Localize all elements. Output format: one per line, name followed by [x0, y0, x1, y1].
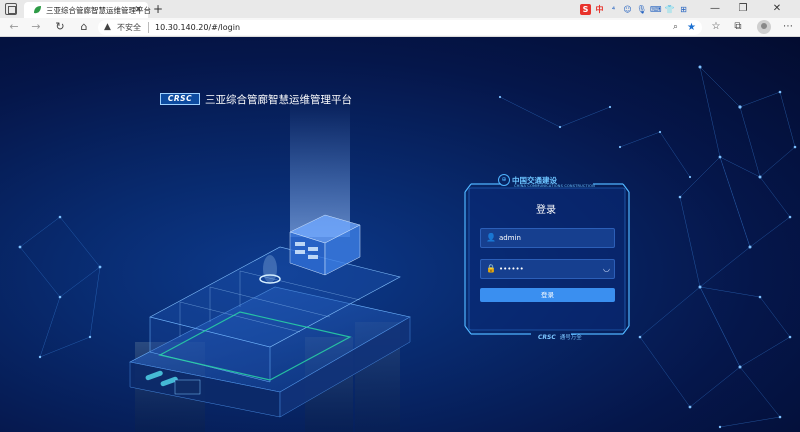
more-menu-icon[interactable]: ⋯	[780, 19, 796, 35]
extension-tray: S 中 ⁴ ☺ 🎙 ⌨ 👕 ⊞	[580, 2, 689, 16]
skin-icon[interactable]: 👕	[664, 4, 675, 15]
back-icon[interactable]: ←	[6, 19, 22, 35]
browser-tab[interactable]: 三亚综合管廊智慧运维管理平台 ✕	[24, 2, 151, 18]
zoom-icon[interactable]: ⌕	[673, 21, 678, 34]
password-field[interactable]: 🔒 ◡	[480, 259, 615, 279]
reload-icon[interactable]: ↻	[52, 19, 68, 35]
profile-avatar[interactable]	[757, 20, 771, 34]
punctuation-icon[interactable]: ⁴	[608, 4, 619, 15]
emoji-icon[interactable]: ☺	[622, 4, 633, 15]
url-text[interactable]: 10.30.140.20/#/login	[155, 22, 240, 33]
eye-icon[interactable]: ◡	[603, 264, 610, 274]
chinese-input-icon[interactable]: 中	[594, 4, 605, 15]
username-field[interactable]: 👤	[480, 228, 615, 248]
panel-footer: CRSC 通号万全	[538, 332, 582, 342]
security-label[interactable]: 不安全	[117, 22, 141, 33]
restore-button[interactable]: ❐	[728, 1, 758, 17]
leaf-favicon-icon	[34, 6, 41, 14]
sogou-extension-icon[interactable]: S	[580, 3, 591, 15]
tab-strip: 三亚综合管廊智慧运维管理平台 ✕ + S 中 ⁴ ☺ 🎙 ⌨ 👕 ⊞ — ❐ ✕	[0, 0, 800, 18]
tab-close-icon[interactable]: ✕	[134, 4, 142, 16]
footer-slogan: 通号万全	[559, 335, 582, 341]
user-icon: 👤	[486, 233, 496, 242]
microphone-icon[interactable]: 🎙	[636, 4, 647, 15]
lock-icon: 🔒	[486, 264, 496, 273]
favorites-icon[interactable]: ☆	[708, 19, 724, 35]
login-title: 登录	[536, 205, 556, 216]
toolbox-icon[interactable]: ⊞	[678, 4, 689, 15]
close-window-button[interactable]: ✕	[762, 1, 792, 17]
url-divider	[148, 22, 149, 33]
minimize-button[interactable]: —	[700, 1, 730, 17]
login-page: CRSC 三亚综合管廊智慧运维管理平台 ⊕ 中国交通建设 CHINA COMMU…	[0, 37, 800, 432]
browser-toolbar: ← → ↻ ⌂ ▲ 不安全 10.30.140.20/#/login ⌕ ★ ☆…	[0, 18, 800, 37]
address-bar[interactable]: ▲ 不安全 10.30.140.20/#/login ⌕ ★	[98, 20, 702, 35]
favorite-star-icon[interactable]: ★	[687, 21, 696, 34]
org-logo-subtitle: CHINA COMMUNICATIONS CONSTRUCTION	[514, 184, 595, 188]
password-input[interactable]	[499, 263, 599, 275]
username-input[interactable]	[499, 232, 599, 244]
warning-icon[interactable]: ▲	[104, 22, 111, 33]
keyboard-icon[interactable]: ⌨	[650, 4, 662, 15]
home-icon[interactable]: ⌂	[76, 19, 92, 35]
footer-crsc-logo: CRSC	[538, 333, 556, 341]
org-emblem-icon: ⊕	[498, 174, 510, 186]
forward-icon[interactable]: →	[28, 19, 44, 35]
collections-icon[interactable]: ⧉	[730, 19, 746, 35]
utility-tunnel-illustration	[129, 97, 411, 432]
new-tab-button[interactable]: +	[153, 1, 163, 17]
tab-actions-icon[interactable]	[5, 3, 17, 15]
login-button[interactable]: 登录	[480, 288, 615, 302]
